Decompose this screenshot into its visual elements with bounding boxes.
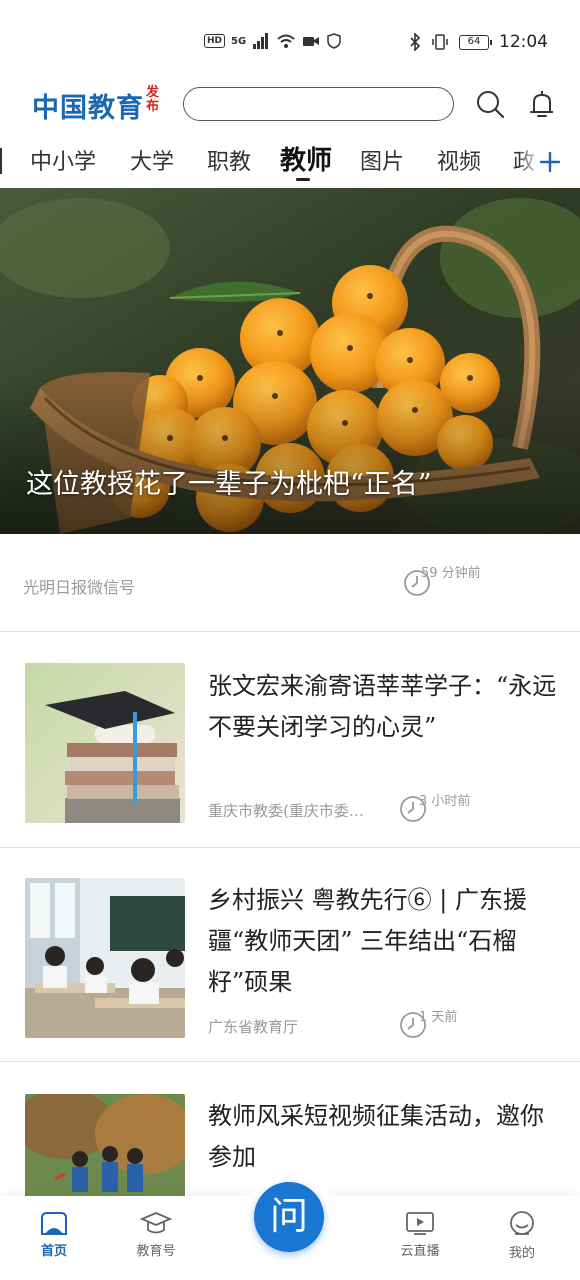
hero-source: 光明日报微信号 [23,578,136,597]
tab-video[interactable]: 视频 [437,144,481,176]
article-thumbnail [25,663,185,823]
tab-pictures[interactable]: 图片 [360,144,404,176]
plus-icon [539,151,561,173]
status-left: HD 5G [204,33,342,49]
article-thumbnail [25,878,185,1038]
nav-profile[interactable]: 我的 [490,1210,554,1261]
hero-meta: 光明日报微信号 59 分钟前 [0,534,580,632]
nav-profile-label: 我的 [508,1246,535,1261]
category-tabs: 中小学 大学 职教 教师 图片 视频 政 [0,140,580,188]
wifi-icon [277,34,295,48]
tab-primary-school[interactable]: 中小学 [30,144,96,176]
bottom-navigation: 首页 教育号 问 云直播 我的 [0,1173,580,1280]
search-icon[interactable] [474,88,506,120]
logo-sub-text: 发布 [146,85,161,114]
tab-university[interactable]: 大学 [130,144,174,176]
bluetooth-icon [410,33,421,51]
nav-home[interactable]: 首页 [22,1210,86,1259]
article-time: 1 天前 [419,1010,458,1025]
tab-fragment [0,148,2,174]
article-title: 教师风采短视频征集活动，邀你参加 [208,1102,544,1171]
search-input[interactable] [183,87,454,121]
ask-button[interactable]: 问 [254,1182,324,1252]
article-item[interactable]: 张文宏来渝寄语莘莘学子：“永远不要关闭学习的心灵” 重庆市教委(重庆市委… 3 … [0,632,580,848]
article-time: 3 小时前 [419,794,471,809]
article-title: 张文宏来渝寄语莘莘学子：“永远不要关闭学习的心灵” [208,672,557,741]
signal-icon [253,33,269,49]
tab-teacher[interactable]: 教师 [280,140,332,177]
add-tab-button[interactable] [520,142,580,182]
app-header: 中国教育 发布 [0,84,580,128]
hero-card[interactable]: 这位教授花了一辈子为枇杷“正名” [0,188,580,534]
article-source: 重庆市教委(重庆市委… [208,802,364,820]
camera-icon [303,37,320,46]
nav-home-label: 首页 [40,1244,67,1259]
hd-badge: HD [204,34,226,48]
home-icon [41,1212,67,1235]
profile-icon [510,1211,534,1235]
nav-live-label: 云直播 [400,1244,440,1259]
logo-text: 中国教育 [32,93,144,124]
hero-title: 这位教授花了一辈子为枇杷“正名” [26,469,432,500]
network-5g-icon: 5G [231,35,247,47]
status-right: 64 12:04 [409,32,548,52]
status-bar: HD 5G 64 12:04 [0,0,580,88]
nav-edu-account-label: 教育号 [136,1244,176,1259]
nav-edu-account[interactable]: 教育号 [124,1210,188,1259]
clock-time: 12:04 [499,32,548,52]
classroom-image [25,878,185,1038]
shield-icon [327,33,341,49]
article-item[interactable]: 乡村振兴 粤教先行⑥ | 广东援疆“教师天团” 三年结出“石榴籽”硕果 广东省教… [0,848,580,1062]
graduation-books-image [25,663,185,823]
vibrate-icon [432,34,448,50]
live-video-icon [406,1212,434,1235]
graduation-cap-icon [140,1212,172,1234]
nav-live[interactable]: 云直播 [388,1210,452,1259]
article-source: 广东省教育厅 [208,1018,299,1036]
hero-time: 59 分钟前 [421,566,481,581]
tab-vocational[interactable]: 职教 [207,144,251,176]
tab-active-indicator [296,178,310,181]
bell-icon[interactable] [526,88,558,120]
article-title: 乡村振兴 粤教先行⑥ | 广东援疆“教师天团” 三年结出“石榴籽”硕果 [208,886,527,996]
battery-icon: 64 [459,34,492,50]
app-logo[interactable]: 中国教育 发布 [32,86,160,125]
